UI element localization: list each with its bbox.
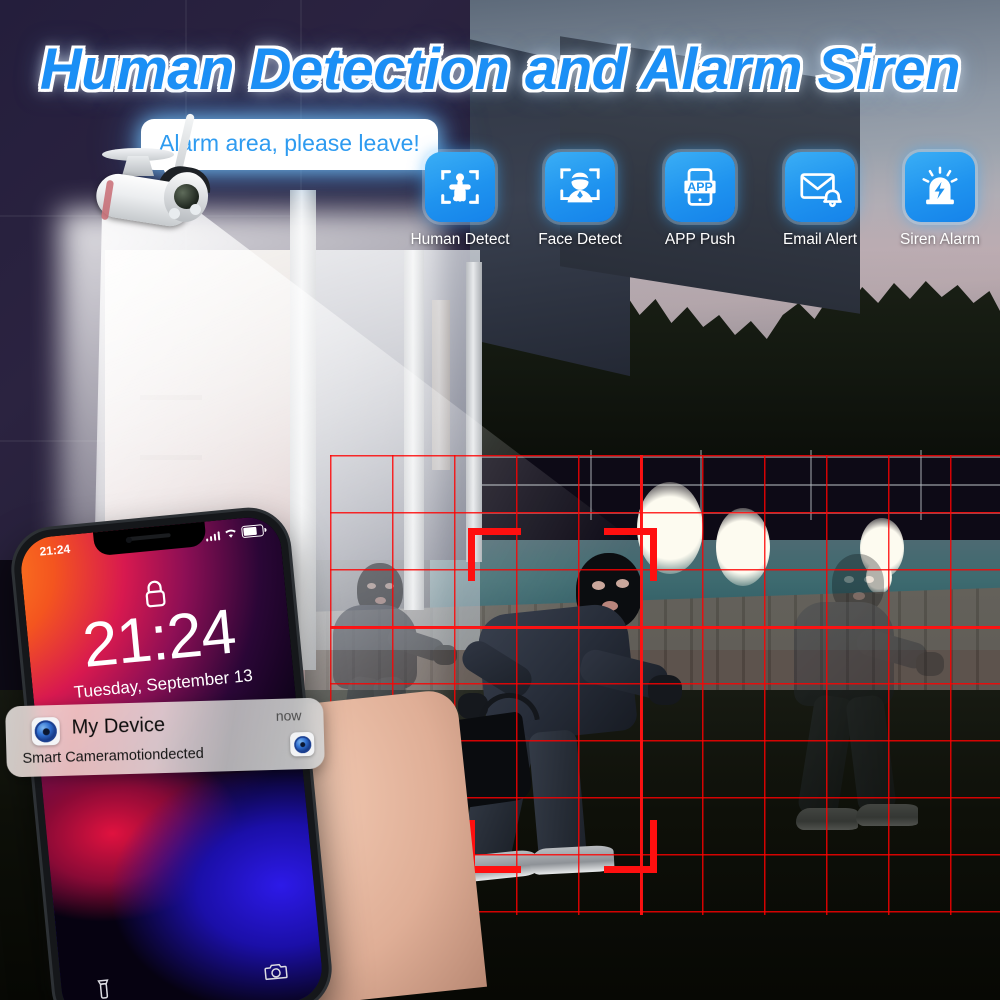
app-glyph-text: APP	[687, 180, 712, 194]
camera-lens-icon	[31, 716, 61, 746]
feature-label: Human Detect	[410, 231, 510, 248]
notification-thumbnail-icon	[289, 731, 315, 757]
detection-bracket-top-right	[604, 528, 657, 581]
signal-bars-icon	[205, 530, 221, 542]
app-push-icon: APP	[665, 152, 735, 222]
feature-label: APP Push	[664, 231, 736, 248]
wifi-bullet-camera	[78, 112, 214, 257]
notification-timestamp: now	[275, 707, 302, 724]
detection-bracket-bottom-right	[604, 820, 657, 873]
page-title: Human Detection and Alarm Siren	[39, 37, 961, 102]
detection-bracket-bottom-left	[468, 820, 521, 873]
feature-label: Siren Alarm	[899, 231, 981, 248]
siren-alarm-icon	[905, 152, 975, 222]
human-detect-icon	[425, 152, 495, 222]
notification-body: Smart Cameramotiondected	[22, 745, 205, 767]
feature-label: Email Alert	[782, 231, 858, 248]
face-detect-icon	[545, 152, 615, 222]
wifi-icon	[225, 529, 236, 538]
feature-label: Face Detect	[538, 231, 622, 248]
feature-app-push[interactable]: APP APP Push	[650, 152, 750, 249]
feature-icon-row: Human Detect Face Detect APP APP Push Em…	[410, 152, 990, 249]
camera-ir-led-2	[190, 204, 201, 215]
camera-ir-led-1	[169, 208, 180, 219]
flashlight-icon[interactable]	[95, 978, 114, 1000]
feature-email-alert[interactable]: Email Alert	[770, 152, 870, 249]
email-alert-icon	[785, 152, 855, 222]
camera-icon[interactable]	[263, 961, 289, 990]
grid-highlight-horizontal	[330, 626, 1000, 629]
feature-face-detect[interactable]: Face Detect	[530, 152, 630, 249]
feature-siren-alarm[interactable]: Siren Alarm	[890, 152, 990, 249]
status-bar-time: 21:24	[38, 541, 71, 559]
battery-icon	[241, 524, 265, 539]
push-notification-banner[interactable]: My Device now Smart Cameramotiondected	[5, 697, 325, 778]
feature-human-detect[interactable]: Human Detect	[410, 152, 510, 249]
detection-bracket-top-left	[468, 528, 521, 581]
notification-title: My Device	[71, 713, 166, 739]
product-marketing-image: Human Detection and Alarm Siren Alarm ar…	[0, 0, 1000, 1000]
